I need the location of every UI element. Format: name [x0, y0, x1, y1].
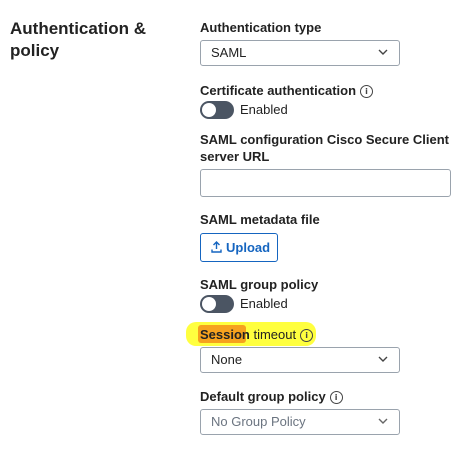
saml-metadata-label: SAML metadata file	[200, 212, 320, 227]
session-timeout-label: Session timeout i	[200, 326, 314, 343]
toggle-knob	[202, 103, 216, 117]
cert-auth-toggle[interactable]	[200, 101, 234, 119]
info-icon[interactable]: i	[360, 85, 374, 98]
saml-group-policy-label: SAML group policy	[200, 277, 319, 292]
saml-url-label: SAML configuration Cisco Secure Client s…	[200, 132, 449, 164]
upload-button-label: Upload	[226, 240, 271, 255]
section-title: Authentication & policy	[10, 19, 146, 60]
toggle-knob	[202, 297, 216, 311]
auth-type-select[interactable]: SAML	[200, 40, 400, 66]
info-icon[interactable]: i	[300, 329, 314, 342]
session-timeout-select[interactable]: None	[200, 347, 400, 373]
chevron-down-icon	[378, 410, 390, 434]
upload-button[interactable]: Upload	[200, 233, 278, 262]
info-icon[interactable]: i	[329, 391, 343, 404]
default-group-policy-select[interactable]: No Group Policy	[200, 409, 400, 435]
saml-group-policy-toggle-label: Enabled	[240, 296, 288, 311]
default-group-policy-label: Default group policy i	[200, 388, 343, 405]
cert-auth-label: Certificate authentication i	[200, 82, 374, 99]
upload-icon	[211, 241, 222, 253]
cert-auth-toggle-label: Enabled	[240, 102, 288, 117]
chevron-down-icon	[378, 41, 390, 65]
saml-url-input[interactable]	[200, 169, 451, 197]
default-group-policy-value: No Group Policy	[211, 414, 306, 429]
auth-type-value: SAML	[211, 45, 247, 60]
auth-type-label: Authentication type	[200, 20, 322, 35]
saml-group-policy-toggle[interactable]	[200, 295, 234, 313]
chevron-down-icon	[378, 348, 390, 372]
session-timeout-value: None	[211, 352, 243, 367]
